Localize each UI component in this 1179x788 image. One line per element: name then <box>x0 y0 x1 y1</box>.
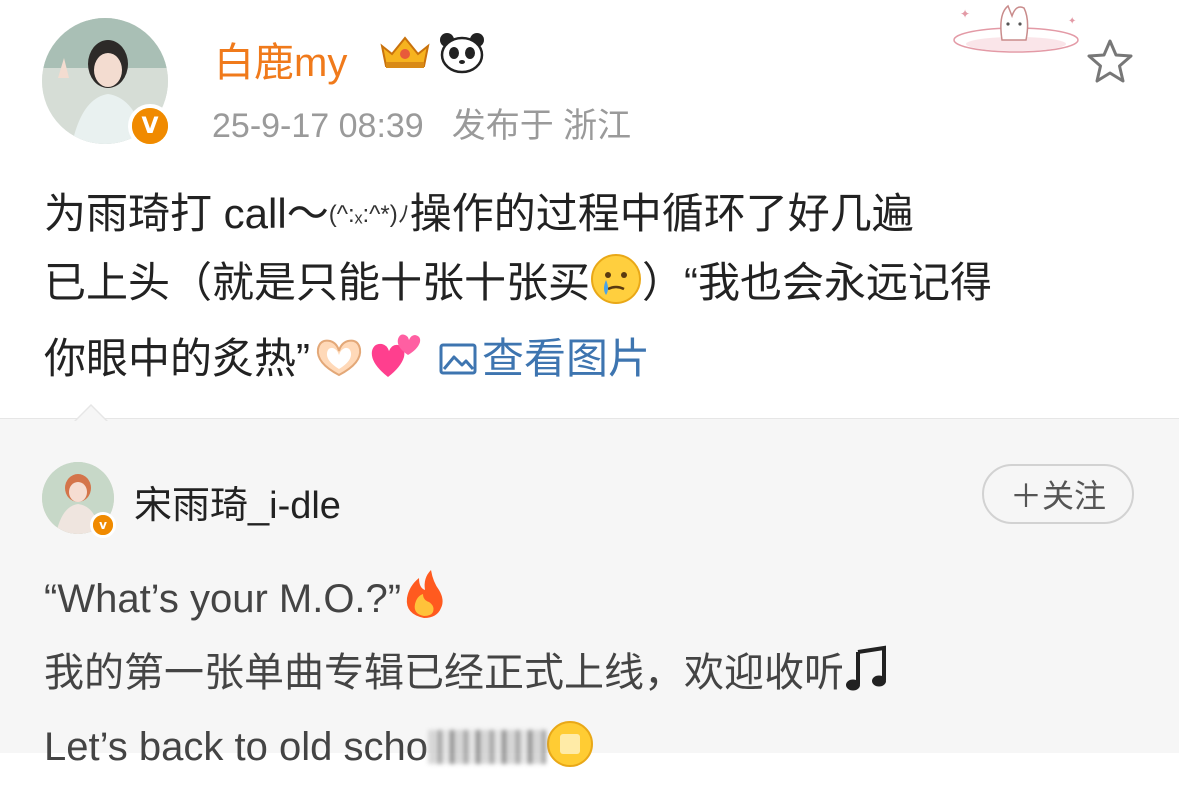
post-body-line-1: 为雨琦打 call～(^:ₓ:^*)ﾉ操作的过程中循环了好几遍 <box>44 190 914 237</box>
smiley-icon <box>546 720 594 788</box>
svg-text:✦: ✦ <box>1068 16 1076 27</box>
post-meta: 25-9-17 08:39 发布于 浙江 <box>212 98 631 147</box>
repost-body-line-2: 我的第一张单曲专辑已经正式上线，欢迎收听 <box>44 640 890 714</box>
verified-badge-icon: V <box>128 104 172 148</box>
music-note-icon <box>844 644 890 714</box>
panda-icon[interactable] <box>438 30 486 78</box>
svg-text:✦: ✦ <box>960 7 970 21</box>
repost-body-line-1: “What’s your M.O.?” <box>44 566 890 640</box>
image-icon <box>439 343 477 375</box>
post-body-line-3: 你眼中的炙热” 查看图片 <box>44 325 1144 401</box>
original-post: V 白鹿my 25-9-17 08:39 发布于 浙江 ✦ ✦ 为雨琦打 cal… <box>0 0 1179 418</box>
favorite-star-button[interactable] <box>1084 36 1136 88</box>
blurred-text <box>427 730 546 764</box>
two-hearts-icon <box>368 331 424 401</box>
post-body: 为雨琦打 call～(^:ₓ:^*)ﾉ操作的过程中循环了好几遍 已上头（就是只能… <box>44 180 1144 401</box>
fire-icon <box>401 568 447 640</box>
repost-caret-fill <box>76 406 106 421</box>
follow-button[interactable]: ＋关注 <box>982 464 1134 524</box>
star-icon <box>1087 39 1133 83</box>
heart-hands-icon <box>310 333 368 401</box>
crown-badge-icon[interactable] <box>378 32 432 76</box>
card-decoration-icon: ✦ ✦ <box>938 0 1088 64</box>
kaomoji: (^:ₓ:^*)ﾉ <box>328 201 410 228</box>
repost-verified-badge-icon: v <box>90 512 116 538</box>
post-location: 发布于 浙江 <box>451 107 632 145</box>
repost-author-name[interactable]: 宋雨琦_i-dle <box>134 474 341 529</box>
post-time: 25-9-17 08:39 <box>212 107 424 145</box>
author-name[interactable]: 白鹿my <box>214 30 347 88</box>
repost-body-line-3: Let’s back to old scho <box>44 714 890 788</box>
post-body-line-2: 已上头（就是只能十张十张买 ）“我也会永远记得 <box>44 249 1144 325</box>
crying-face-icon <box>590 253 642 325</box>
repost-body: “What’s your M.O.?” 我的第一张单曲专辑已经正式上线，欢迎收听… <box>44 566 890 788</box>
view-pictures-link[interactable]: 查看图片 <box>438 335 650 382</box>
